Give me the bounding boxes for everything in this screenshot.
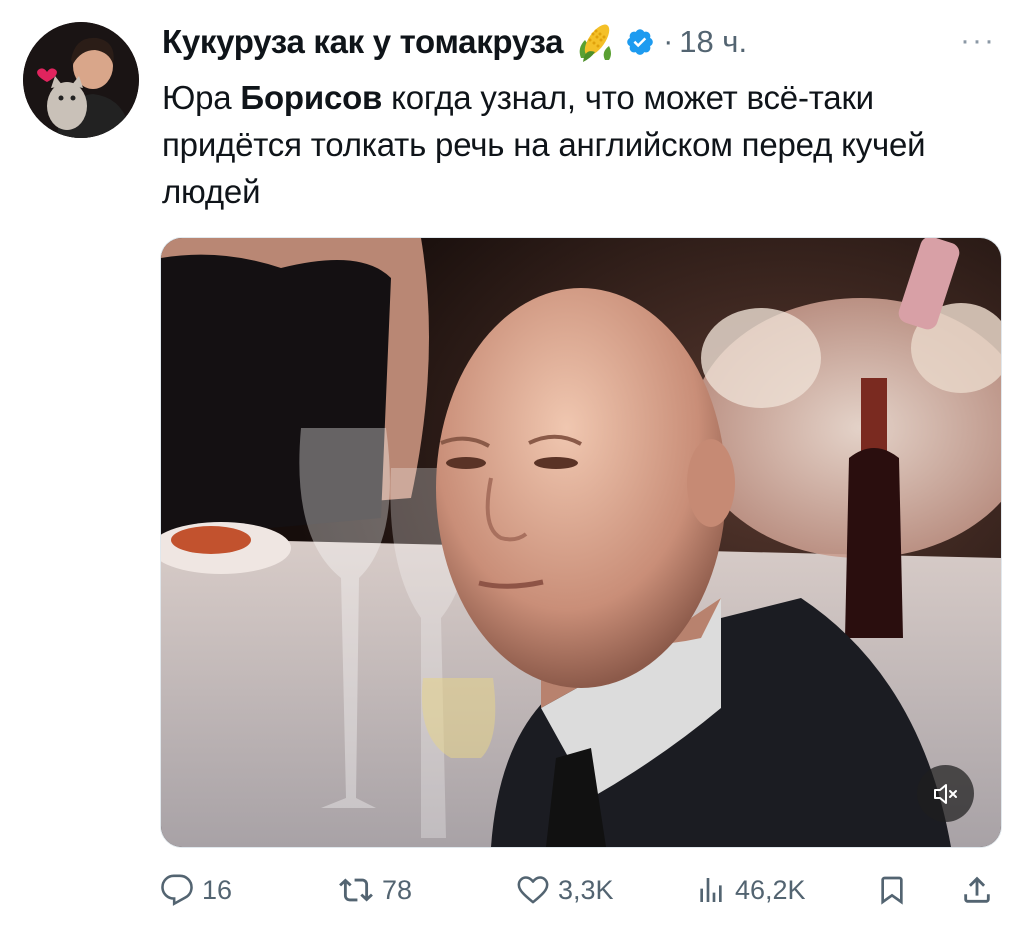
tweet-text-part1: Юра — [162, 79, 241, 116]
like-count: 3,3K — [558, 874, 614, 905]
views-button[interactable]: 46,2K — [695, 862, 806, 918]
views-icon — [700, 878, 722, 902]
like-button[interactable]: 3,3K — [516, 862, 614, 918]
tweet-text: Юра Борисов когда узнал, что может всё-т… — [162, 74, 1002, 215]
heart-icon — [517, 876, 549, 904]
share-icon — [964, 876, 990, 903]
tweet-header: Кукуруза как у томакруза · 18 ч. ··· — [162, 14, 1004, 70]
mute-button[interactable] — [917, 765, 974, 822]
tweet-text-bold: Борисов — [240, 79, 383, 116]
separator-dot: · — [663, 25, 674, 58]
tweet-video[interactable] — [160, 237, 1002, 848]
repost-count: 78 — [382, 874, 413, 905]
reply-button[interactable]: 16 — [160, 862, 232, 918]
avatar[interactable] — [23, 22, 139, 138]
corn-emoji-icon — [571, 18, 619, 66]
bookmark-button[interactable] — [876, 862, 908, 918]
speaker-muted-icon — [933, 783, 957, 804]
tweet[interactable]: Кукуруза как у томакруза · 18 ч. ··· Юра… — [0, 0, 1024, 948]
repost-icon — [339, 878, 373, 902]
share-button[interactable] — [960, 862, 994, 918]
action-bar: 16 78 3,3K 46,2K — [160, 862, 1002, 918]
display-name[interactable]: Кукуруза как у томакруза — [162, 23, 564, 61]
reply-count: 16 — [202, 874, 233, 905]
bookmark-icon — [881, 876, 903, 905]
reply-icon — [161, 874, 193, 906]
more-options-icon[interactable]: ··· — [960, 24, 996, 58]
verified-badge-icon[interactable] — [625, 27, 655, 57]
timestamp[interactable]: 18 ч. — [679, 24, 747, 60]
views-count: 46,2K — [735, 874, 806, 905]
repost-button[interactable]: 78 — [338, 862, 412, 918]
